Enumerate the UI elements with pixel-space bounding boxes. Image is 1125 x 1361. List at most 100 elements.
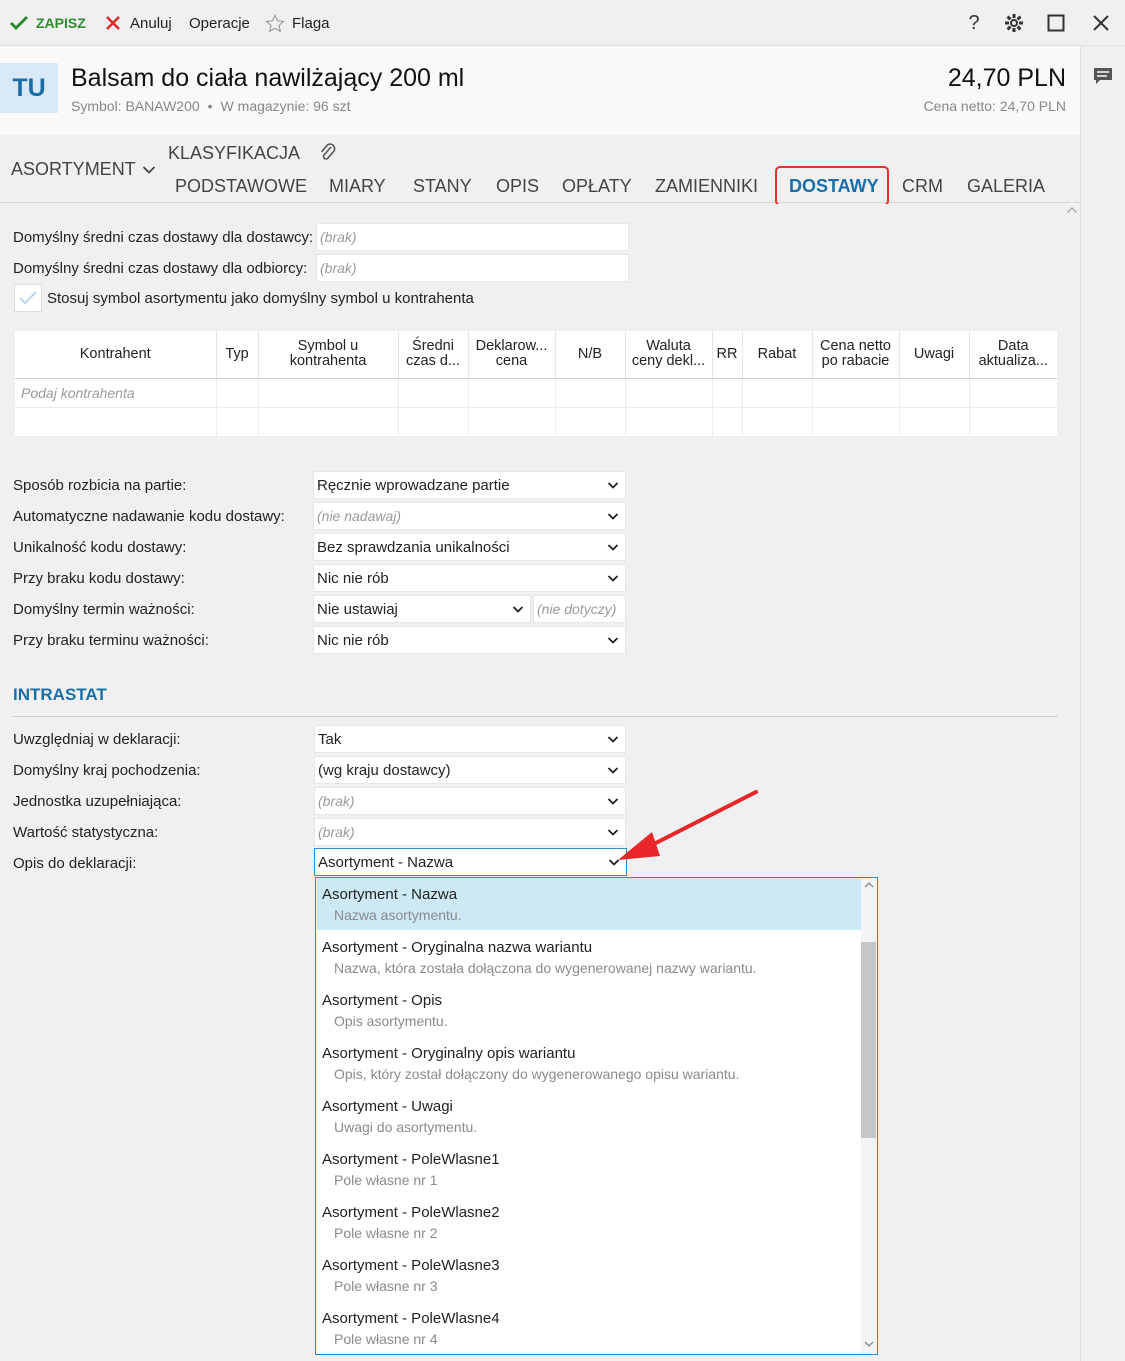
stat-select[interactable]: (brak) <box>314 818 626 846</box>
autocode-label: Automatyczne nadawanie kodu dostawy: <box>13 508 285 525</box>
chevron-down-icon <box>607 637 619 644</box>
scroll-down-arrow[interactable] <box>861 1340 877 1351</box>
grid-header-row: Kontrahent Typ Symbol u kontrahenta Średn… <box>15 331 1057 379</box>
col-header-rabat[interactable]: Rabat <box>742 331 813 379</box>
close-window-icon[interactable] <box>1089 11 1113 35</box>
flag-button[interactable]: Flaga <box>265 12 330 34</box>
tab-klasyfikacja[interactable]: KLASYFIKACJA <box>168 142 338 164</box>
include-label: Uwzględniaj w deklaracji: <box>13 731 181 748</box>
save-label: ZAPISZ <box>36 15 86 31</box>
dropdown-option[interactable]: Asortyment - PoleWlasne2 Pole własne nr … <box>317 1196 862 1248</box>
item-symbol: Symbol: BANAW200 <box>71 98 200 114</box>
unit-value: (brak) <box>318 793 355 809</box>
customer-time-label: Domyślny średni czas dostawy dla odbiorc… <box>13 260 308 277</box>
noexpiry-select[interactable]: Nic nie rób <box>313 626 626 654</box>
customer-time-field[interactable]: (brak) <box>316 254 629 282</box>
dropdown-option[interactable]: Asortyment - Nazwa Nazwa asortymentu. <box>317 878 862 930</box>
gear-icon[interactable] <box>1002 11 1026 35</box>
noexpiry-label: Przy braku terminu ważności: <box>13 632 209 649</box>
item-subtitle: Symbol: BANAW200 • W magazynie: 96 szt <box>71 98 350 114</box>
unique-label: Unikalność kodu dostawy: <box>13 539 187 556</box>
origin-label: Domyślny kraj pochodzenia: <box>13 762 201 779</box>
toolbar: ZAPISZ Anuluj Operacje Flaga ? <box>0 0 1125 46</box>
col-header-sredni-czas[interactable]: Średni czas d... <box>398 331 469 379</box>
origin-value: (wg kraju dostawcy) <box>318 761 451 779</box>
tab-stany[interactable]: STANY <box>413 176 472 197</box>
nocode-select[interactable]: Nic nie rób <box>313 564 626 592</box>
tab-crm[interactable]: CRM <box>902 176 943 197</box>
dropdown-option[interactable]: Asortyment - Uwagi Uwagi do asortymentu. <box>317 1090 862 1142</box>
tab-miary[interactable]: MIARY <box>329 176 386 197</box>
col-header-data[interactable]: Data aktualiza... <box>969 331 1057 379</box>
stat-value: (brak) <box>318 824 355 840</box>
unique-select[interactable]: Bez sprawdzania unikalności <box>313 533 626 561</box>
cancel-button[interactable]: Anuluj <box>103 12 172 34</box>
dropdown-option[interactable]: Asortyment - PoleWlasne1 Pole własne nr … <box>317 1143 862 1195</box>
chevron-down-icon <box>607 482 619 489</box>
dropdown-option[interactable]: Asortyment - Oryginalny opis wariantu Op… <box>317 1037 862 1089</box>
tab-label: KLASYFIKACJA <box>168 142 301 163</box>
split-value: Ręcznie wprowadzane partie <box>317 476 510 494</box>
save-button[interactable]: ZAPISZ <box>9 12 86 34</box>
chevron-down-icon <box>607 736 619 743</box>
desc-select[interactable]: Asortyment - Nazwa <box>314 848 627 876</box>
tab-galeria[interactable]: GALERIA <box>967 176 1045 197</box>
avatar: TU <box>0 63 58 113</box>
maximize-icon[interactable] <box>1044 11 1068 35</box>
scrollbar-thumb[interactable] <box>861 942 876 1138</box>
expiry-value: Nie ustawiaj <box>317 600 398 618</box>
origin-select[interactable]: (wg kraju dostawcy) <box>314 756 626 784</box>
item-price: 24,70 PLN <box>947 64 1066 92</box>
col-header-rr[interactable]: RR <box>712 331 743 379</box>
dropdown-option[interactable]: Asortyment - PoleWlasne3 Pole własne nr … <box>317 1249 862 1301</box>
tab-opis[interactable]: OPIS <box>496 176 539 197</box>
col-header-symbol[interactable]: Symbol u kontrahenta <box>258 331 399 379</box>
col-header-waluta[interactable]: Waluta ceny dekl... <box>625 331 713 379</box>
checkmark-icon <box>19 291 37 305</box>
tab-zamienniki[interactable]: ZAMIENNIKI <box>655 176 758 197</box>
chevron-down-icon <box>607 544 619 551</box>
col-header-uwagi[interactable]: Uwagi <box>899 331 970 379</box>
section-divider <box>13 716 1058 717</box>
unit-select[interactable]: (brak) <box>314 787 626 815</box>
dropdown-option[interactable]: Asortyment - Opis Opis asortymentu. <box>317 984 862 1036</box>
table-row[interactable]: Podaj kontrahenta <box>15 378 1057 408</box>
expiry-select[interactable]: Nie ustawiaj <box>313 595 531 623</box>
paperclip-icon[interactable] <box>318 142 338 164</box>
comment-icon[interactable] <box>1092 66 1114 90</box>
unit-label: Jednostka uzupełniająca: <box>13 793 182 810</box>
include-select[interactable]: Tak <box>314 725 626 753</box>
contractor-input[interactable]: Podaj kontrahenta <box>15 378 217 408</box>
use-symbol-checkbox[interactable] <box>14 284 42 312</box>
col-header-deklarowana-cena[interactable]: Deklarow... cena <box>468 331 556 379</box>
split-select[interactable]: Ręcznie wprowadzane partie <box>313 471 626 499</box>
operations-button[interactable]: Operacje <box>189 12 250 34</box>
split-label: Sposób rozbicia na partie: <box>13 477 187 494</box>
operations-label: Operacje <box>189 14 250 32</box>
col-header-typ[interactable]: Typ <box>216 331 259 379</box>
scroll-up-arrow[interactable] <box>861 880 877 891</box>
expiry-extra-field: (nie dotyczy) <box>533 595 626 623</box>
tab-podstawowe[interactable]: PODSTAWOWE <box>175 176 307 197</box>
col-header-kontrahent[interactable]: Kontrahent <box>15 331 217 379</box>
tab-oplaty[interactable]: OPŁATY <box>562 176 632 197</box>
side-rail <box>1080 46 1125 1361</box>
dropdown-option[interactable]: Asortyment - PoleWlasne4 Pole własne nr … <box>317 1302 862 1354</box>
supplier-time-field[interactable]: (brak) <box>316 223 629 251</box>
tab-group-asortyment[interactable]: ASORTYMENT <box>11 159 156 180</box>
description-dropdown-list[interactable]: Asortyment - Nazwa Nazwa asortymentu. As… <box>315 877 878 1355</box>
chevron-down-icon <box>607 767 619 774</box>
col-header-nb[interactable]: N/B <box>555 331 626 379</box>
supplier-grid: Kontrahent Typ Symbol u kontrahenta Średn… <box>15 331 1057 437</box>
table-row[interactable] <box>15 407 1057 437</box>
chevron-down-icon <box>142 165 155 174</box>
active-tab-highlight <box>775 166 889 206</box>
chevron-down-icon <box>607 513 619 520</box>
scroll-up-arrow[interactable] <box>1065 206 1079 217</box>
autocode-select[interactable]: (nie nadawaj) <box>313 502 626 530</box>
col-header-cena-netto[interactable]: Cena netto po rabacie <box>812 331 900 379</box>
help-icon[interactable]: ? <box>962 11 986 35</box>
dropdown-scrollbar[interactable] <box>861 878 877 1354</box>
item-net-price: Cena netto: 24,70 PLN <box>923 98 1066 114</box>
dropdown-option[interactable]: Asortyment - Oryginalna nazwa wariantu N… <box>317 931 862 983</box>
